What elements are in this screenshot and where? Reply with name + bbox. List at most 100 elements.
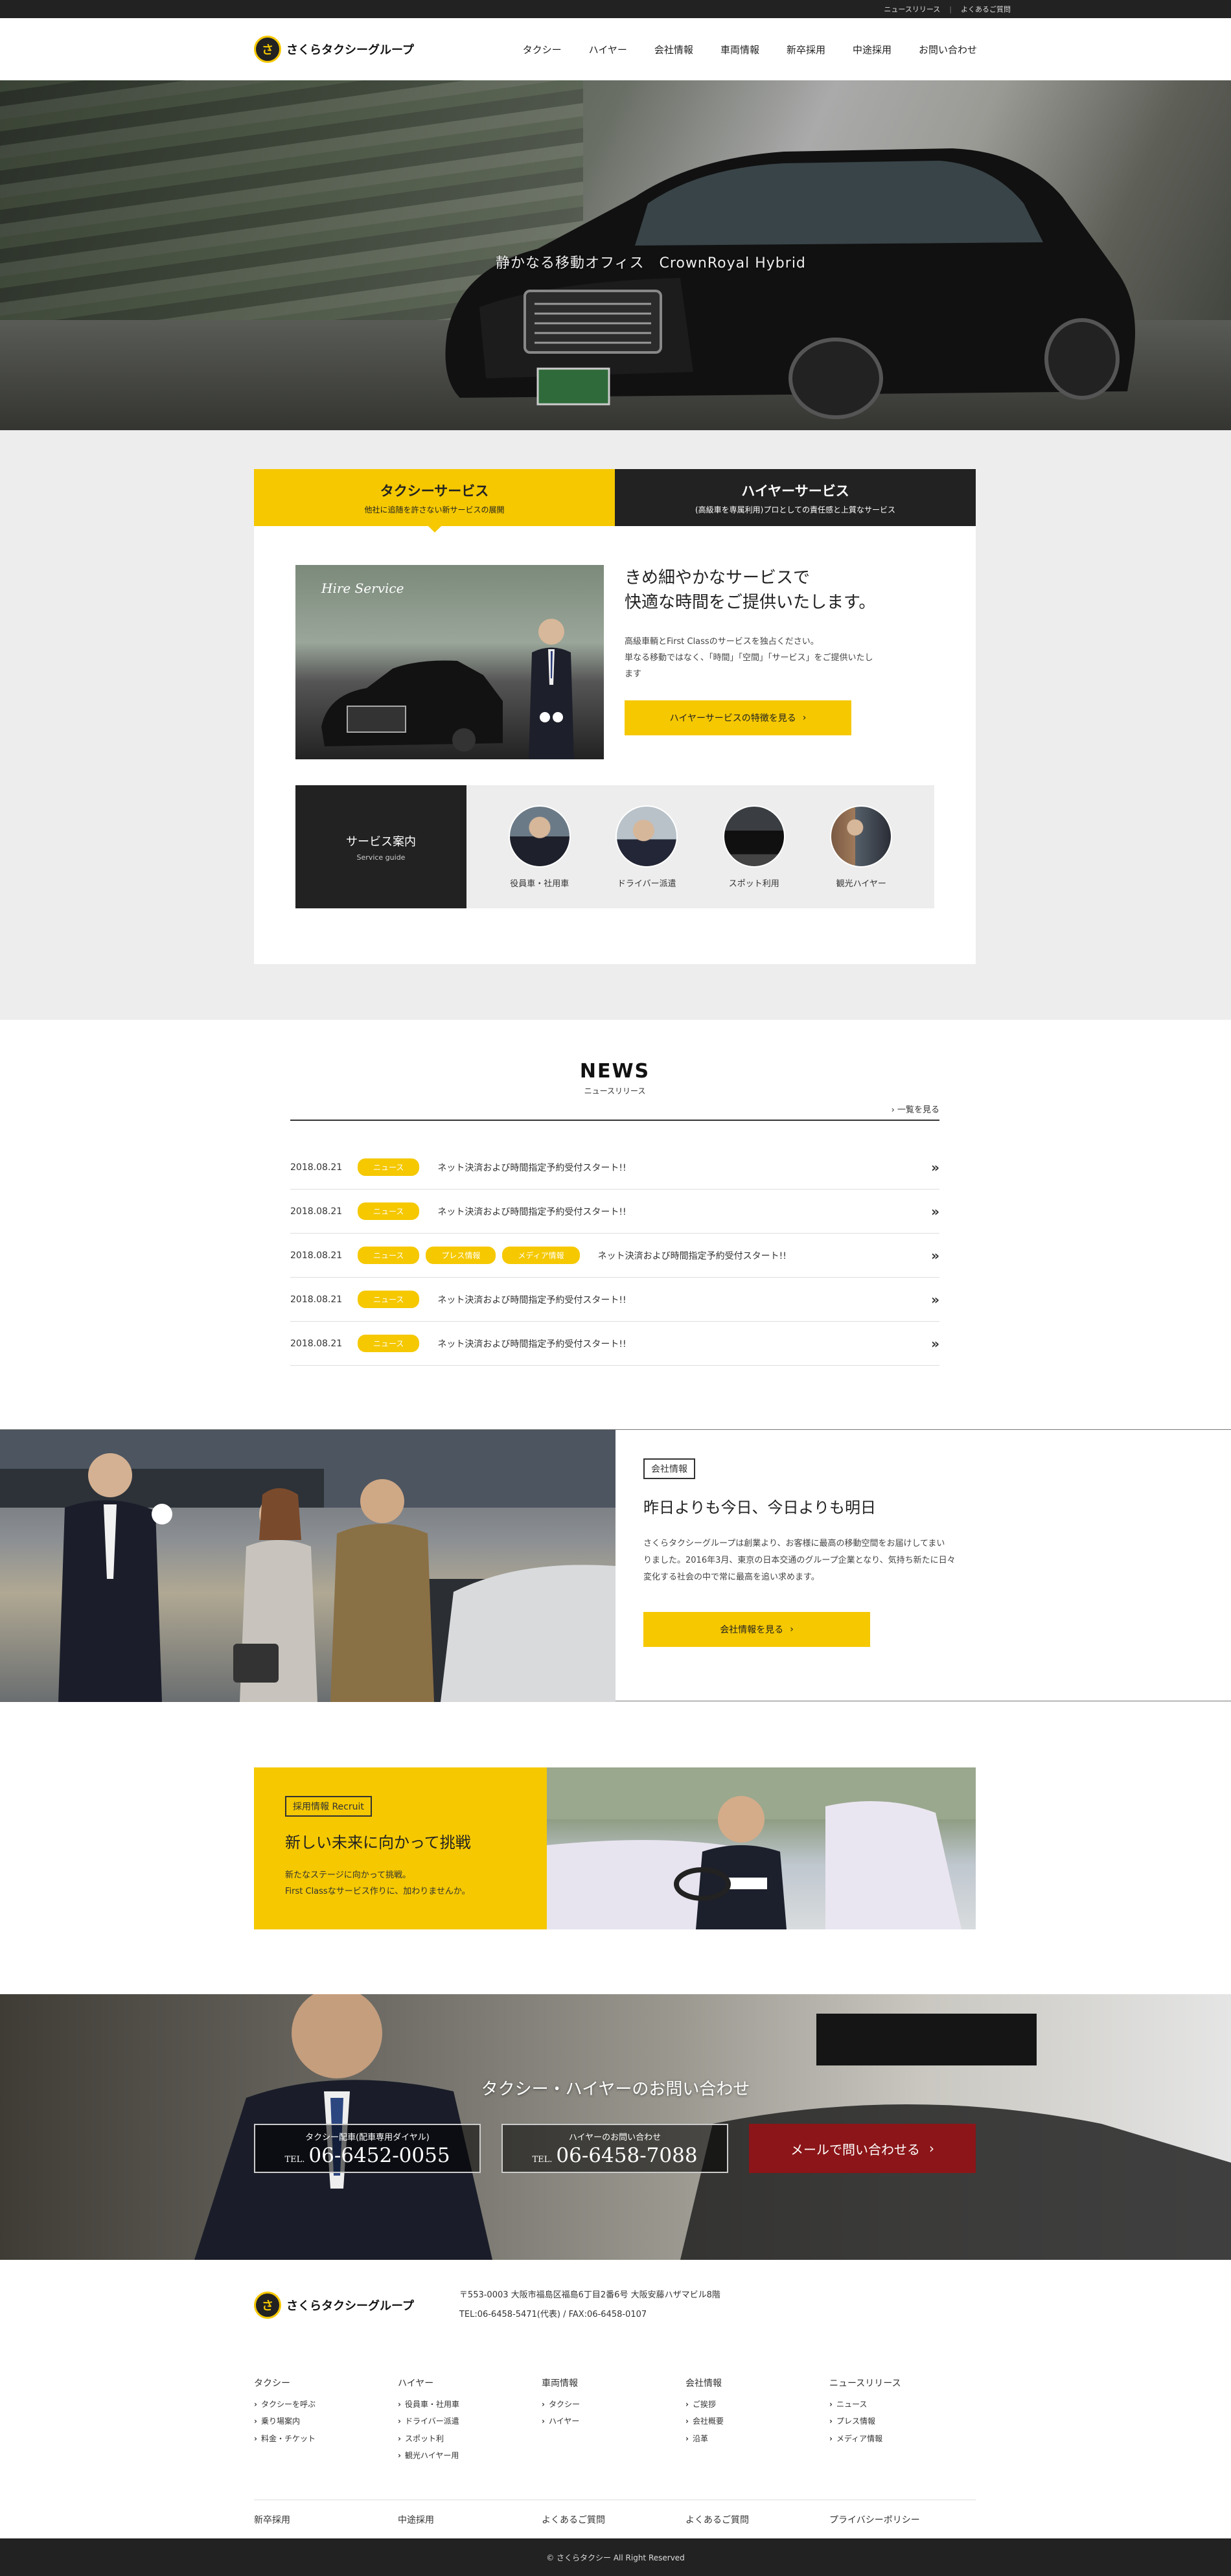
footer-link[interactable]: 役員車・社用車: [398, 2396, 542, 2413]
footer-link[interactable]: 観光ハイヤー用: [398, 2447, 542, 2464]
guide-item-label: 観光ハイヤー: [836, 879, 886, 889]
news-tag: ニュース: [358, 1291, 420, 1308]
contact-heading: タクシー・ハイヤーのお問い合わせ: [481, 2080, 750, 2099]
service-guide: サービス案内 Service guide 役員車・社用車 ドライバー派遣 スポッ…: [295, 785, 934, 908]
footer-bottom-links: 新卒採用 中途採用 よくあるご質問 よくあるご質問 プライバシーポリシー: [254, 2500, 976, 2526]
footer-link-new-grad[interactable]: 新卒採用: [254, 2513, 398, 2526]
footer-link[interactable]: ドライバー派遣: [398, 2413, 542, 2430]
footer-logo[interactable]: さ さくらタクシーグループ: [254, 2291, 414, 2319]
news-tag: メディア情報: [502, 1247, 580, 1264]
footer-link-privacy[interactable]: プライバシーポリシー: [829, 2513, 973, 2526]
footer-link[interactable]: スポット利: [398, 2430, 542, 2447]
feature-heading-line2: 快適な時間をご提供いたします。: [625, 592, 876, 612]
news-section: NEWS ニュースリリース › 一覧を見る 2018.08.21 ニュース ネッ…: [290, 1060, 939, 1366]
guide-title: サービス案内: [346, 834, 416, 849]
copyright-text: © さくらタクシー All Right Reserved: [546, 2553, 685, 2562]
tab-hire-service[interactable]: ハイヤーサービス (高級車を専属利用)プロとしての責任感と上質なサービス: [615, 469, 976, 526]
guide-item-spot-use[interactable]: スポット利用: [722, 805, 785, 889]
photo-chauffeur: [529, 619, 574, 759]
footer-col-title[interactable]: ハイヤー: [398, 2376, 542, 2389]
footer-link[interactable]: ハイヤー: [542, 2413, 685, 2430]
footer-link-mid-career[interactable]: 中途採用: [398, 2513, 542, 2526]
footer-link[interactable]: プレス情報: [829, 2413, 973, 2430]
driver-photo-thumb: [616, 805, 678, 868]
company-body-line2: りました。2016年3月、東京の日本交通のグループ企業となり、気持ち新たに日々: [643, 1556, 956, 1565]
footer-link-faq[interactable]: よくあるご質問: [542, 2513, 685, 2526]
sakura-logo-icon: さ: [254, 2291, 281, 2319]
copyright-bar: © さくらタクシー All Right Reserved: [0, 2538, 1231, 2576]
news-divider: [290, 1120, 939, 1121]
photo-car: [321, 660, 503, 752]
tab-taxi-service[interactable]: タクシーサービス 他社に追随を許さない新サービスの展開: [254, 469, 615, 533]
recruit-banner[interactable]: 採用情報 Recruit 新しい未来に向かって挑戦 新たなステージに向かって挑戦…: [254, 1767, 976, 1929]
feature-body-line3: ます: [625, 669, 642, 679]
nav-item-vehicles[interactable]: 車両情報: [720, 43, 759, 56]
footer-col-company: 会社情報 ご挨拶 会社概要 沿革: [685, 2376, 829, 2465]
footer-link[interactable]: ニュース: [829, 2396, 973, 2413]
service-panel: タクシーサービス 他社に追随を許さない新サービスの展開 ハイヤーサービス (高級…: [254, 469, 976, 964]
guide-item-executive-car[interactable]: 役員車・社用車: [508, 805, 571, 889]
feature-body-line1: 高級車輌とFirst Classのサービスを独占ください。: [625, 637, 819, 647]
news-date: 2018.08.21: [290, 1206, 343, 1217]
nav-item-mid-career[interactable]: 中途採用: [853, 43, 892, 56]
tel-prefix: TEL.: [284, 2154, 305, 2165]
company-heading: 昨日よりも今日、今日よりも明日: [643, 1499, 877, 1517]
news-more-link[interactable]: › 一覧を見る: [892, 1103, 939, 1115]
hero-banner: 静かなる移動オフィス CrownRoyal Hybrid: [0, 80, 1231, 430]
footer-col-title[interactable]: 車両情報: [542, 2376, 685, 2389]
hire-inquiry-phone[interactable]: ハイヤーのお問い合わせ TEL. 06-6458-7088: [501, 2124, 728, 2173]
nav-item-new-grad[interactable]: 新卒採用: [787, 43, 825, 56]
footer-link[interactable]: 乗り場案内: [254, 2413, 398, 2430]
company-body-line1: さくらタクシーグループは創業より、お客様に最高の移動空間をお届けしてまい: [643, 1539, 945, 1548]
footer-link-faq-2[interactable]: よくあるご質問: [685, 2513, 829, 2526]
double-chevron-icon: »: [931, 1335, 939, 1351]
site-logo[interactable]: さ さくらタクシーグループ: [254, 36, 414, 63]
taxi-tel-number: 06-6452-0055: [308, 2143, 450, 2167]
footer-link[interactable]: タクシー: [542, 2396, 685, 2413]
double-chevron-icon: »: [931, 1159, 939, 1175]
double-chevron-icon: »: [931, 1291, 939, 1307]
tab-title: ハイヤーサービス: [741, 483, 849, 499]
taxi-dispatch-phone[interactable]: タクシー配車(配車専用ダイヤル) TEL. 06-6452-0055: [254, 2124, 481, 2173]
footer-link[interactable]: 料金・チケット: [254, 2430, 398, 2447]
news-title-text: ネット決済および時間指定予約受付スタート!!: [437, 1162, 627, 1173]
site-footer: さ さくらタクシーグループ 〒553-0003 大阪市福島区福島6丁目2番6号 …: [0, 2260, 1231, 2538]
nav-item-company[interactable]: 会社情報: [654, 43, 693, 56]
news-item[interactable]: 2018.08.21 ニュース ネット決済および時間指定予約受付スタート!! »: [290, 1278, 939, 1322]
company-body: さくらタクシーグループは創業より、お客様に最高の移動空間をお届けしてまい りまし…: [643, 1535, 974, 1586]
footer-link[interactable]: 会社概要: [685, 2413, 829, 2430]
address-line: 〒553-0003 大阪市福島区福島6丁目2番6号 大阪安藤ハザマビル8階: [459, 2290, 720, 2300]
news-item[interactable]: 2018.08.21 ニュース プレス情報 メディア情報 ネット決済および時間指…: [290, 1234, 939, 1278]
news-item[interactable]: 2018.08.21 ニュース ネット決済および時間指定予約受付スタート!! »: [290, 1190, 939, 1234]
footer-link[interactable]: ご挨拶: [685, 2396, 829, 2413]
phone-number: TEL. 06-6452-0055: [284, 2144, 450, 2167]
news-title-text: ネット決済および時間指定予約受付スタート!!: [437, 1206, 627, 1217]
company-photo: [0, 1430, 616, 1702]
email-contact-button[interactable]: メールで問い合わせる ›: [749, 2124, 976, 2173]
feature-text: きめ細やかなサービスで 快適な時間をご提供いたします。 高級車輌とFirst C…: [625, 565, 897, 759]
guide-item-sightseeing[interactable]: 観光ハイヤー: [830, 805, 893, 889]
footer-col-title[interactable]: タクシー: [254, 2376, 398, 2389]
footer-link[interactable]: メディア情報: [829, 2430, 973, 2447]
footer-col-title[interactable]: 会社情報: [685, 2376, 829, 2389]
recruit-heading: 新しい未来に向かって挑戦: [285, 1834, 471, 1852]
logo-text: さくらタクシーグループ: [286, 2299, 414, 2313]
chevron-right-icon: ›: [802, 713, 807, 724]
footer-col-title[interactable]: ニュースリリース: [829, 2376, 973, 2389]
hire-features-button[interactable]: ハイヤーサービスの特徴を見る ›: [625, 700, 851, 736]
footer-link[interactable]: タクシーを呼ぶ: [254, 2396, 398, 2413]
footer-link[interactable]: 沿革: [685, 2430, 829, 2447]
news-item[interactable]: 2018.08.21 ニュース ネット決済および時間指定予約受付スタート!! »: [290, 1322, 939, 1366]
nav-item-hire[interactable]: ハイヤー: [589, 43, 627, 56]
company-info-button[interactable]: 会社情報を見る ›: [643, 1612, 870, 1647]
news-item[interactable]: 2018.08.21 ニュース ネット決済および時間指定予約受付スタート!! »: [290, 1145, 939, 1190]
guide-item-driver-dispatch[interactable]: ドライバー派遣: [616, 805, 678, 889]
nav-item-taxi[interactable]: タクシー: [523, 43, 562, 56]
topbar-link-faq[interactable]: よくあるご質問: [961, 4, 1011, 14]
company-people-illustration: [0, 1430, 616, 1702]
nav-item-contact[interactable]: お問い合わせ: [919, 43, 977, 56]
guide-subtitle: Service guide: [356, 853, 406, 862]
button-label: ハイヤーサービスの特徴を見る: [669, 713, 796, 724]
topbar-link-news[interactable]: ニュースリリース: [884, 4, 940, 14]
recruit-body-line2: First Classなサービス作りに、加わりませんか。: [285, 1886, 470, 1896]
